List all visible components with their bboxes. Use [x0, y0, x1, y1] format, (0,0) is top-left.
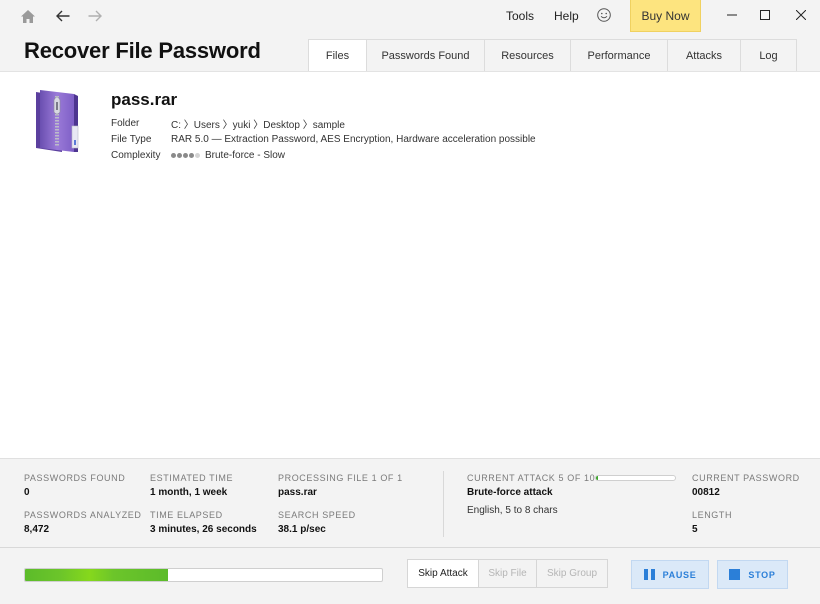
passwords-analyzed-value: 8,472	[24, 524, 50, 535]
menu-tools[interactable]: Tools	[506, 9, 534, 23]
stat-length: LENGTH 5	[692, 510, 732, 535]
title-bar: Tools Help Buy Now	[0, 0, 820, 32]
estimated-time-value: 1 month, 1 week	[150, 487, 228, 498]
close-icon	[796, 10, 806, 20]
minimize-button[interactable]	[715, 0, 749, 30]
attack-progress-fill	[596, 476, 599, 480]
folder-row: Folder C: 〉Users 〉yuki 〉Desktop 〉sample	[111, 115, 536, 131]
current-password-value: 00812	[692, 487, 720, 498]
passwords-found-value: 0	[24, 487, 30, 498]
page-title: Recover File Password	[24, 38, 261, 63]
skip-group-button[interactable]: Skip Group	[537, 560, 607, 587]
pause-icon	[643, 569, 655, 580]
stat-time-elapsed: TIME ELAPSED 3 minutes, 26 seconds	[150, 510, 257, 535]
tab-log[interactable]: Log	[741, 39, 797, 71]
tab-performance[interactable]: Performance	[571, 39, 668, 71]
rar-archive-icon	[36, 90, 79, 152]
folder-label: Folder	[111, 117, 140, 129]
search-speed-value: 38.1 p/sec	[278, 524, 326, 535]
overall-progress-fill	[25, 569, 168, 581]
folder-path[interactable]: C: 〉Users 〉yuki 〉Desktop 〉sample	[171, 116, 345, 131]
stop-label: STOP	[748, 569, 776, 580]
stats-divider	[443, 471, 444, 537]
time-elapsed-label: TIME ELAPSED	[150, 510, 223, 520]
stat-passwords-found: PASSWORDS FOUND 0	[24, 473, 125, 498]
complexity-dot	[189, 152, 194, 158]
complexity-dot	[183, 152, 188, 158]
complexity-value: Brute-force - Slow	[205, 149, 286, 161]
skip-button-group: Skip Attack Skip File Skip Group	[407, 559, 608, 588]
passwords-analyzed-label: PASSWORDS ANALYZED	[24, 510, 142, 520]
action-bar: Skip Attack Skip File Skip Group PAUSE S…	[0, 547, 820, 604]
stop-icon	[729, 569, 741, 580]
complexity-dot	[171, 152, 176, 158]
tab-passwords-found[interactable]: Passwords Found	[367, 39, 485, 71]
processing-file-value: pass.rar	[278, 487, 317, 498]
smiley-icon[interactable]	[596, 7, 612, 23]
current-password-label: CURRENT PASSWORD	[692, 473, 800, 483]
overall-progress-bar	[24, 568, 383, 582]
stats-panel: PASSWORDS FOUND 0 PASSWORDS ANALYZED 8,4…	[0, 458, 820, 547]
pause-label: PAUSE	[662, 569, 697, 580]
stop-button[interactable]: STOP	[717, 560, 788, 589]
file-type-label: File Type	[111, 133, 152, 145]
forward-button[interactable]	[83, 4, 107, 28]
file-type-value: RAR 5.0 — Extraction Password, AES Encry…	[171, 133, 536, 145]
stat-current-password: CURRENT PASSWORD 00812	[692, 473, 800, 498]
passwords-found-label: PASSWORDS FOUND	[24, 473, 126, 483]
estimated-time-label: ESTIMATED TIME	[150, 473, 234, 483]
stat-estimated-time: ESTIMATED TIME 1 month, 1 week	[150, 473, 233, 498]
current-attack-detail: English, 5 to 8 chars	[467, 505, 558, 516]
length-value: 5	[692, 524, 698, 535]
file-name: pass.rar	[111, 90, 178, 109]
back-button[interactable]	[51, 4, 75, 28]
skip-file-button[interactable]: Skip File	[479, 560, 537, 587]
stat-search-speed: SEARCH SPEED 38.1 p/sec	[278, 510, 356, 535]
tab-attacks[interactable]: Attacks	[668, 39, 741, 71]
arrow-left-icon	[56, 10, 70, 22]
tab-bar: Files Passwords Found Resources Performa…	[308, 39, 797, 72]
buy-now-button[interactable]: Buy Now	[630, 0, 701, 32]
stat-passwords-analyzed: PASSWORDS ANALYZED 8,472	[24, 510, 142, 535]
files-panel: pass.rar Folder C: 〉Users 〉yuki 〉Desktop…	[0, 71, 820, 458]
complexity-dot	[195, 152, 200, 158]
search-speed-label: SEARCH SPEED	[278, 510, 356, 520]
processing-file-label: PROCESSING FILE 1 OF 1	[278, 473, 403, 483]
current-attack-value: Brute-force attack	[467, 487, 553, 498]
home-button[interactable]	[16, 4, 40, 28]
file-type-row: File Type RAR 5.0 — Extraction Password,…	[111, 131, 536, 147]
complexity-rating	[171, 152, 200, 158]
skip-attack-button[interactable]: Skip Attack	[408, 560, 479, 587]
maximize-button[interactable]	[748, 0, 782, 30]
time-elapsed-value: 3 minutes, 26 seconds	[150, 524, 257, 535]
menu-help[interactable]: Help	[554, 9, 579, 23]
complexity-dot	[177, 152, 182, 158]
home-icon	[21, 9, 35, 23]
file-details: Folder C: 〉Users 〉yuki 〉Desktop 〉sample …	[111, 115, 536, 163]
maximize-icon	[760, 10, 770, 20]
complexity-row: Complexity Brute-force - Slow	[111, 147, 536, 163]
tab-files[interactable]: Files	[308, 39, 367, 72]
current-attack-label: CURRENT ATTACK 5 OF 10	[467, 473, 596, 483]
complexity-label: Complexity	[111, 149, 161, 161]
tab-resources[interactable]: Resources	[485, 39, 571, 71]
stat-processing-file: PROCESSING FILE 1 OF 1 pass.rar	[278, 473, 403, 498]
attack-progress-bar	[595, 475, 676, 481]
pause-button[interactable]: PAUSE	[631, 560, 709, 589]
close-button[interactable]	[784, 0, 818, 30]
stat-current-attack: CURRENT ATTACK 5 OF 10 Brute-force attac…	[467, 473, 595, 516]
arrow-right-icon	[88, 10, 102, 22]
minimize-icon	[727, 14, 737, 16]
length-label: LENGTH	[692, 510, 733, 520]
